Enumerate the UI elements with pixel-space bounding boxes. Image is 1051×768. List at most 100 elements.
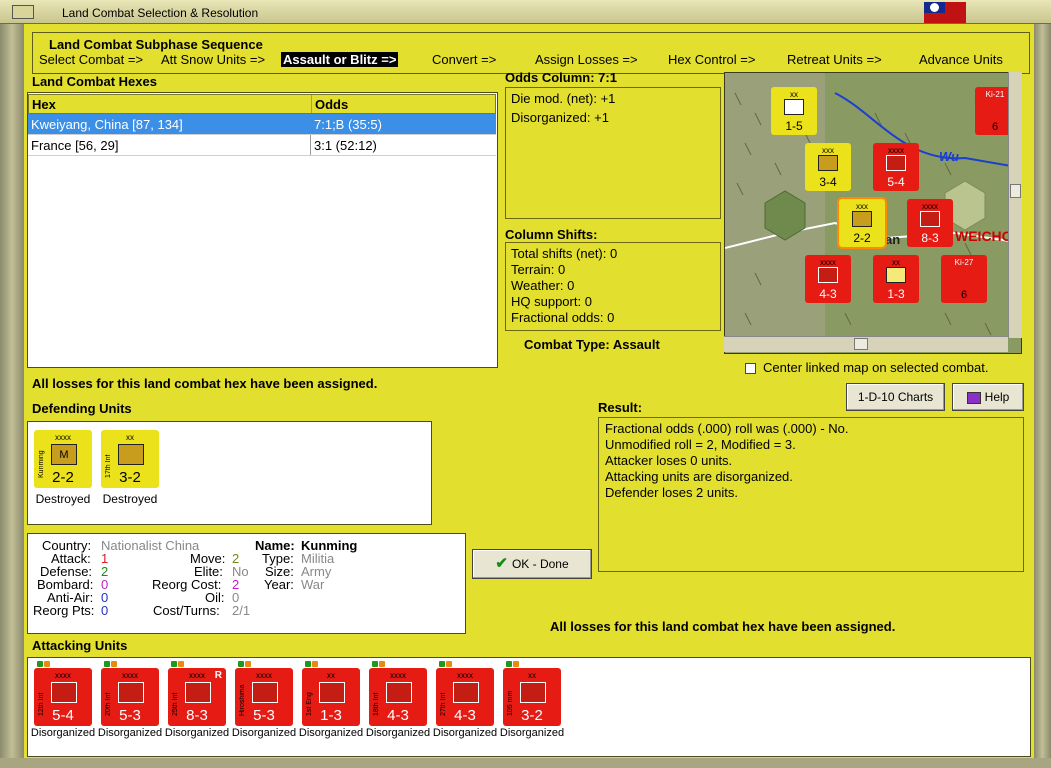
result-line: Attacker loses 0 units. [605,453,733,468]
result-line: Attacking units are disorganized. [605,469,793,484]
map-counter-selected[interactable]: xxx 2-2 [837,197,887,249]
losses-assigned-msg: All losses for this land combat hex have… [32,376,378,391]
status-dot-green-icon [439,661,445,667]
status-dot-green-icon [104,661,110,667]
unit-size-label: xxxx [122,671,138,680]
defending-unit-17th-inf[interactable]: xx 17th Inf 3-2 [101,430,159,488]
checkmark-icon: ✔ [495,555,508,572]
unit-symbol-icon [520,682,546,703]
odds-column-header[interactable]: Odds [315,97,348,112]
step-assign-losses[interactable]: Assign Losses => [535,52,638,67]
help-label: Help [984,390,1010,404]
hex-row-kweiyang[interactable]: Kweiyang, China [87, 134] 7:1;B (35:5) [28,114,496,135]
window-title: Land Combat Selection & Resolution [62,6,259,20]
status-dot-green-icon [506,661,512,667]
hex-odds: 7:1;B (35:5) [314,117,382,132]
attacking-unit-status: Disorganized [365,727,431,739]
ok-done-button[interactable]: ✔ OK - Done [472,549,592,579]
step-convert[interactable]: Convert => [432,52,496,67]
map-aircraft-counter[interactable]: Ki-27 6 [941,255,987,303]
hex-row-france[interactable]: France [56, 29] 3:1 (52:12) [28,135,496,156]
defending-title: Defending Units [32,401,132,416]
fractional-odds-line: Fractional odds: 0 [511,310,615,325]
attacking-unit-status: Disorganized [231,727,297,739]
attacking-unit-counter[interactable]: xx 105 mm 3-2 [503,668,561,726]
linked-map[interactable]: Wu WEICHO an xx 1-5 xxx 3-4 xxxx 5-4 xxx… [724,72,1022,354]
unit-size-label: xx [327,671,335,680]
country-value: Nationalist China [101,538,200,553]
unit-strength: 8-3 [186,707,208,724]
status-dot-orange-icon [312,661,318,667]
step-select-combat[interactable]: Select Combat => [39,52,143,67]
center-map-checkbox[interactable] [745,363,756,374]
attacking-unit-counter[interactable]: xxxx 25th Inf R 8-3 [168,668,226,726]
system-menu-icon[interactable] [12,5,34,19]
unit-strength: 4-3 [387,707,409,724]
attacking-unit-counter[interactable]: xxxx 20th Inf 5-3 [101,668,159,726]
defending-unit-status: Destroyed [35,492,91,506]
attacking-unit-status: Disorganized [432,727,498,739]
step-retreat-units[interactable]: Retreat Units => [787,52,882,67]
hexes-title: Land Combat Hexes [32,74,157,89]
nationalist-china-flag-icon [924,2,966,23]
status-dot-green-icon [372,661,378,667]
losses-assigned-msg-2: All losses for this land combat hex have… [550,619,896,634]
attacking-unit-counter[interactable]: xxxx 18th Inf 4-3 [369,668,427,726]
sequence-title: Land Combat Subphase Sequence [49,37,263,52]
unit-symbol-icon [185,682,211,703]
map-vertical-scrollbar[interactable] [1008,72,1022,338]
hex-name: Kweiyang, China [87, 134] [31,117,183,132]
map-counter[interactable]: xxxx 4-3 [805,255,851,303]
attacking-title: Attacking Units [32,638,128,653]
step-hex-control[interactable]: Hex Control => [668,52,755,67]
step-advance-units[interactable]: Advance Units [919,52,1003,67]
cost-turns-label: Cost/Turns: [153,603,220,618]
status-dot-orange-icon [111,661,117,667]
unit-symbol-icon [252,682,278,703]
die-mod-line: Die mod. (net): +1 [511,91,616,106]
map-counter[interactable]: xxx 3-4 [805,143,851,191]
reorg-pts-label: Reorg Pts: [33,603,95,618]
hex-odds: 3:1 (52:12) [314,138,377,153]
map-horizontal-scrollbar[interactable] [724,336,1008,352]
map-counter[interactable]: xx 1-5 [771,87,817,135]
year-label: Year: [264,577,294,592]
title-bar: Land Combat Selection & Resolution [0,0,1051,24]
hex-name: France [56, 29] [31,138,119,153]
map-counter[interactable]: xxxx 8-3 [907,199,953,247]
unit-strength: 1-3 [320,707,342,724]
unit-size-label: xxxx [457,671,473,680]
unit-size-label: xxxx [256,671,272,680]
attacking-unit-counter[interactable]: xxxx Hiroshima 5-3 [235,668,293,726]
column-shifts-panel: Total shifts (net): 0 Terrain: 0 Weather… [505,242,721,331]
year-value: War [301,577,325,592]
status-dot-orange-icon [379,661,385,667]
charts-button[interactable]: 1-D-10 Charts [846,383,945,411]
attacking-unit-status: Disorganized [164,727,230,739]
odds-column-title: Odds Column: 7:1 [505,70,617,85]
step-att-snow-units[interactable]: Att Snow Units => [161,52,265,67]
map-counter[interactable]: xxxx 5-4 [873,143,919,191]
defending-unit-kunming[interactable]: xxxx Kunming M 2-2 [34,430,92,488]
cost-turns-value: 2/1 [232,603,251,618]
hexes-header: Hex Odds [28,94,496,114]
hex-column-header[interactable]: Hex [32,97,56,112]
result-line: Unmodified roll = 2, Modified = 3. [605,437,796,452]
unit-symbol-icon [453,682,479,703]
attacking-unit-counter[interactable]: xxxx 27th Inf 4-3 [436,668,494,726]
unit-strength: 5-4 [52,707,74,724]
bottom-border [0,758,1051,768]
column-shifts-title: Column Shifts: [505,227,598,242]
map-counter[interactable]: xx 1-3 [873,255,919,303]
map-label-weicho: WEICHO [955,228,1013,244]
step-assault-or-blitz[interactable]: Assault or Blitz => [281,52,399,67]
attacking-unit-counter[interactable]: xxxx 12th Inf 5-4 [34,668,92,726]
unit-strength: 5-3 [253,707,275,724]
attacking-unit-counter[interactable]: xx 1st Eng 1-3 [302,668,360,726]
infantry-symbol-icon [118,444,144,465]
center-map-label: Center linked map on selected combat. [763,360,989,375]
unit-r-tag: R [214,670,222,681]
help-button[interactable]: Help [952,383,1024,411]
unit-strength: 5-3 [119,707,141,724]
unit-size-label: xxxx [55,671,71,680]
